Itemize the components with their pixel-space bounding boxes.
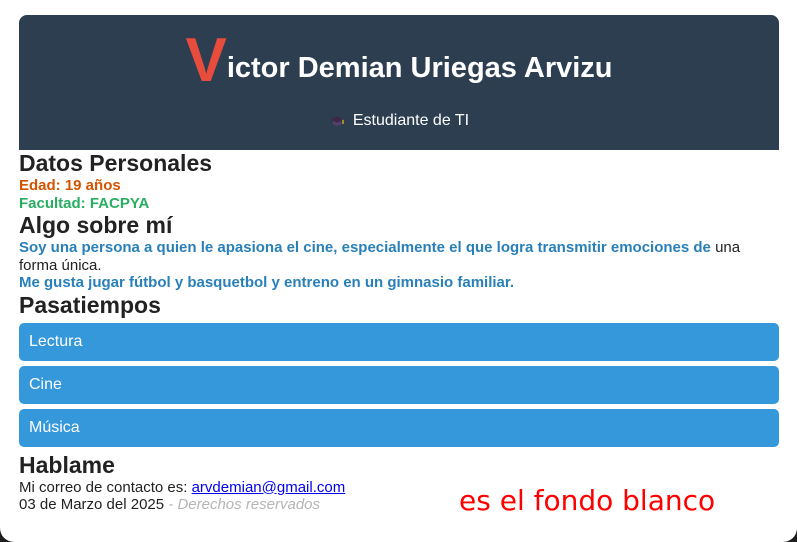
personal-title: Datos Personales — [19, 150, 213, 176]
about-paragraph-2: Me gusta jugar fútbol y basquetbol y ent… — [19, 274, 515, 291]
hobby-item-lectura[interactable]: Lectura — [19, 322, 779, 361]
faculty-text: Facultad: FACPYA — [19, 194, 150, 212]
profile-subtitle: Estudiante de TI — [19, 110, 779, 132]
profile-name: Victor Demian Uriegas Arvizu — [19, 30, 779, 92]
profile-header: Victor Demian Uriegas Arvizu Estudiante … — [19, 15, 779, 150]
subtitle-text: Estudiante de TI — [352, 112, 470, 129]
profile-card: Victor Demian Uriegas Arvizu Estudiante … — [19, 15, 779, 514]
contact-title: Hablame — [19, 451, 115, 478]
hobby-item-cine[interactable]: Cine — [19, 365, 779, 404]
annotation-note: es el fondo blanco — [459, 484, 716, 517]
footer-separator: - — [164, 496, 178, 513]
about-paragraph-1: Soy una persona a quien le apasiona el c… — [19, 239, 779, 274]
personal-section: Datos Personales Edad: 19 años Facultad:… — [19, 150, 779, 212]
name-rest: ictor Demian Uriegas Arvizu — [226, 52, 613, 84]
email-prefix: Mi correo de contacto es: — [19, 478, 192, 496]
page-background: Victor Demian Uriegas Arvizu Estudiante … — [0, 0, 797, 542]
footer-date: 03 de Marzo del 2025 — [19, 496, 165, 513]
about-section: Algo sobre mí Soy una persona a quien le… — [19, 212, 779, 292]
hobbies-title: Pasatiempos — [19, 291, 161, 318]
footer-rights: Derechos reservados — [177, 496, 321, 513]
graduation-cap-icon — [329, 116, 344, 126]
about-line-bold: Soy una persona a quien le apasiona el c… — [19, 239, 711, 256]
hobby-item-musica[interactable]: Música — [19, 408, 779, 447]
about-title: Algo sobre mí — [19, 212, 173, 238]
name-initial: V — [185, 26, 227, 95]
hobbies-section: Pasatiempos Lectura Cine Música — [19, 292, 779, 447]
email-link[interactable]: arvdemian@gmail.com — [192, 479, 346, 496]
age-text: Edad: 19 años — [19, 177, 121, 194]
